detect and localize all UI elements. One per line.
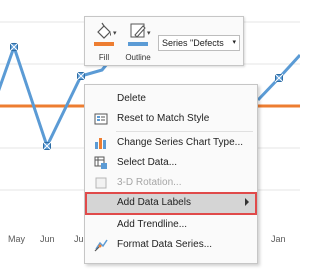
outline-color-swatch <box>128 42 148 46</box>
outline-label: Outline <box>125 53 151 62</box>
menu-item-delete[interactable]: Delete <box>86 89 256 109</box>
x-axis-label-jul: Ju <box>74 234 84 244</box>
rotation-3d-icon <box>95 177 107 189</box>
chevron-down-icon: ▾ <box>232 39 236 46</box>
submenu-arrow-icon <box>245 198 249 206</box>
menu-item-label: Add Trendline... <box>117 219 188 230</box>
format-mini-toolbar: ▾ Fill ▾ Outline Series "Defects ▾ <box>84 16 244 66</box>
menu-item-label: Select Data... <box>117 157 178 168</box>
outline-button[interactable]: ▾ Outline <box>123 20 153 64</box>
menu-item-label: Add Data Labels <box>117 197 191 208</box>
series-marker <box>76 71 86 81</box>
menu-item-select-data[interactable]: Select Data... <box>86 153 256 173</box>
menu-separator <box>116 131 253 132</box>
menu-item-3d-rotation: 3-D Rotation... <box>86 173 256 193</box>
menu-item-change-chart-type[interactable]: Change Series Chart Type... <box>86 133 256 153</box>
series-marker <box>42 141 52 151</box>
reset-style-icon <box>94 113 108 125</box>
fill-dropdown-caret[interactable]: ▾ <box>113 29 117 37</box>
series-select-value: Series "Defects <box>162 38 224 48</box>
menu-item-label: Change Series Chart Type... <box>117 137 243 148</box>
outline-dropdown-caret[interactable]: ▾ <box>147 29 151 37</box>
fill-button[interactable]: ▾ Fill <box>89 20 119 64</box>
menu-item-add-trendline[interactable]: Add Trendline... <box>86 215 256 235</box>
series-context-menu: Delete Reset to Match Style Change Serie… <box>84 84 258 264</box>
paint-bucket-icon <box>94 22 114 46</box>
select-data-icon <box>94 156 107 169</box>
x-axis-label-jun: Jun <box>40 234 55 244</box>
pen-outline-icon <box>128 23 148 46</box>
x-axis-label-jan: Jan <box>271 234 286 244</box>
menu-item-label: Format Data Series... <box>117 239 213 250</box>
menu-item-label: Delete <box>117 93 146 104</box>
chart-type-icon <box>95 138 106 149</box>
menu-item-reset-style[interactable]: Reset to Match Style <box>86 109 256 129</box>
menu-item-format-data-series[interactable]: Format Data Series... <box>86 235 256 255</box>
menu-item-add-data-labels[interactable]: Add Data Labels <box>85 192 257 215</box>
x-axis-label-may: May <box>8 234 26 244</box>
series-marker <box>274 73 284 83</box>
series-marker <box>9 42 19 52</box>
fill-color-swatch <box>94 42 114 46</box>
series-select-dropdown[interactable]: Series "Defects ▾ <box>158 35 240 51</box>
menu-item-label: Reset to Match Style <box>117 113 210 124</box>
fill-label: Fill <box>98 53 110 62</box>
format-series-icon <box>94 239 108 252</box>
menu-item-label: 3-D Rotation... <box>117 177 182 188</box>
